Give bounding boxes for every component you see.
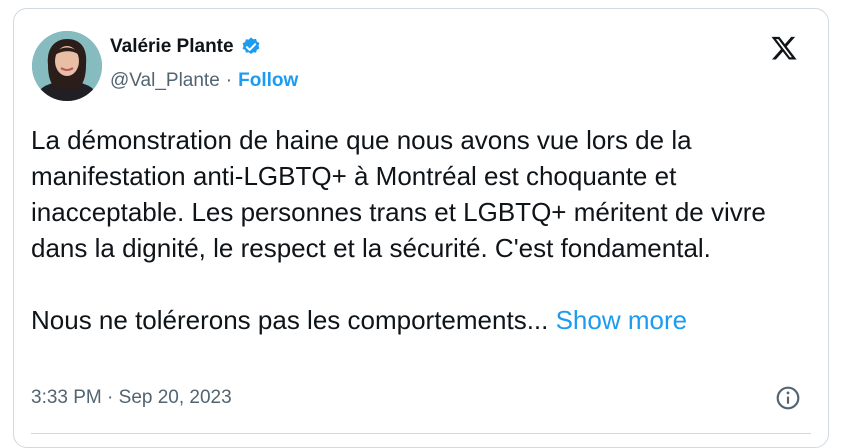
show-more-link[interactable]: Show more — [556, 305, 688, 335]
tweet-paragraph-1: La démonstration de haine que nous avons… — [31, 125, 766, 263]
separator-dot: · — [225, 70, 233, 91]
avatar-image — [32, 31, 102, 101]
author-name-row: Valérie Plante — [110, 36, 262, 58]
verified-badge-icon — [240, 36, 262, 58]
author-name[interactable]: Valérie Plante — [110, 36, 234, 58]
timestamp[interactable]: 3:33 PM · Sep 20, 2023 — [31, 387, 232, 409]
tweet-paragraph-2: Nous ne tolérerons pas les comportements… — [31, 305, 549, 335]
handle-row: @Val_Plante · Follow — [110, 70, 298, 92]
author-handle[interactable]: @Val_Plante — [110, 70, 220, 92]
tweet-paragraph-2-row: Nous ne tolérerons pas les comportements… — [31, 302, 811, 338]
tweet-card[interactable]: Valérie Plante @Val_Plante · Follow La d… — [13, 8, 829, 448]
info-icon[interactable] — [775, 385, 801, 411]
x-logo-icon[interactable] — [770, 34, 798, 62]
avatar[interactable] — [32, 31, 102, 101]
tweet-text: La démonstration de haine que nous avons… — [31, 122, 811, 338]
divider — [31, 433, 811, 434]
follow-button[interactable]: Follow — [238, 70, 298, 92]
